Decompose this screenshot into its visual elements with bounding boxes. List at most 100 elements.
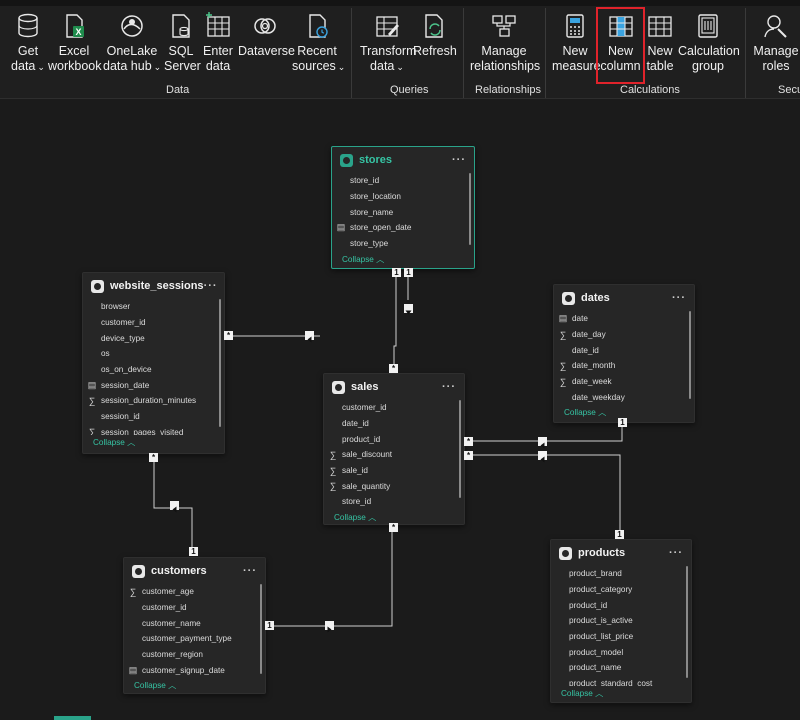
field-row[interactable]: product_model [551, 644, 691, 660]
field-row[interactable]: date_weekday [554, 389, 694, 405]
table-icon [132, 564, 145, 578]
field-name: product_is_active [569, 616, 633, 626]
chevron-up-icon: ︿ [168, 681, 177, 690]
collapse-link[interactable]: Collapse ︿ [124, 678, 265, 692]
table-card-stores[interactable]: stores ··· store_id store_location store_na… [331, 146, 475, 269]
field-row[interactable]: store_id [324, 494, 464, 510]
field-row[interactable]: store_id [332, 173, 474, 189]
field-row[interactable]: product_category [551, 582, 691, 598]
collapse-label: Collapse [564, 407, 596, 417]
field-row[interactable]: os_on_device [83, 362, 224, 378]
collapse-link[interactable]: Collapse ︿ [554, 405, 694, 419]
field-list: store_id store_location store_name ▤ store_o… [332, 173, 474, 252]
table-header[interactable]: stores ··· [332, 147, 474, 173]
cardinality-one-badge: 1 [265, 621, 274, 630]
field-row[interactable]: product_list_price [551, 629, 691, 645]
scrollbar[interactable] [260, 584, 262, 674]
more-options-icon[interactable]: ··· [442, 381, 456, 393]
table-header[interactable]: sales ··· [324, 374, 464, 400]
field-row[interactable]: device_type [83, 330, 224, 346]
more-options-icon[interactable]: ··· [669, 547, 683, 559]
field-row[interactable]: customer_name [124, 615, 265, 631]
field-row[interactable]: product_standard_cost [551, 676, 691, 686]
chevron-up-icon: ︿ [127, 438, 136, 447]
more-options-icon[interactable]: ··· [452, 154, 466, 166]
scrollbar[interactable] [219, 299, 221, 427]
field-name: date_id [342, 419, 369, 429]
field-row[interactable]: ∑ date_month [554, 358, 694, 374]
collapse-link[interactable]: Collapse ︿ [83, 435, 224, 449]
field-row[interactable]: ∑ date_week [554, 374, 694, 390]
collapse-link[interactable]: Collapse ︿ [324, 510, 464, 524]
field-name: sale_discount [342, 450, 393, 460]
table-header[interactable]: dates ··· [554, 285, 694, 311]
collapse-label: Collapse [342, 254, 374, 264]
field-name: customer_id [342, 403, 387, 413]
table-header[interactable]: customers ··· [124, 558, 265, 584]
table-header[interactable]: website_sessions ··· [83, 273, 224, 299]
collapse-link[interactable]: Collapse ︿ [332, 252, 474, 266]
field-row[interactable]: session_id [83, 409, 224, 425]
scrollbar[interactable] [686, 566, 688, 678]
field-row[interactable]: customer_id [124, 600, 265, 616]
field-row[interactable]: ∑ sale_discount [324, 447, 464, 463]
field-row[interactable]: date_id [554, 342, 694, 358]
field-row[interactable]: ▤ session_date [83, 377, 224, 393]
more-options-icon[interactable]: ··· [243, 565, 257, 577]
field-row[interactable]: product_id [551, 597, 691, 613]
field-name: sale_quantity [342, 481, 391, 491]
field-row[interactable]: ∑ session_pages_visited [83, 425, 224, 435]
collapse-label: Collapse [93, 437, 125, 447]
field-row[interactable]: os [83, 346, 224, 362]
table-header[interactable]: products ··· [551, 540, 691, 566]
scrollbar[interactable] [459, 400, 461, 498]
table-card-products[interactable]: products ··· product_brand product_categor… [550, 539, 692, 703]
field-list: customer_id date_id product_id ∑ sale_discou… [324, 400, 464, 510]
field-row[interactable]: browser [83, 299, 224, 315]
calendar-icon: ▤ [336, 222, 346, 233]
field-row[interactable]: store_type [332, 236, 474, 252]
field-row[interactable]: customer_id [324, 400, 464, 416]
more-options-icon[interactable]: ··· [204, 280, 218, 292]
table-card-customers[interactable]: customers ··· ∑ customer_age customer_id cus… [123, 557, 266, 694]
field-row[interactable]: date_id [324, 416, 464, 432]
field-name: date_weekday [572, 392, 625, 402]
scrollbar[interactable] [469, 173, 471, 245]
cardinality-one-badge: 1 [189, 547, 198, 556]
table-icon [562, 291, 575, 305]
field-name: product_standard_cost [569, 679, 653, 686]
field-name: session_pages_visited [101, 427, 184, 435]
chevron-up-icon: ︿ [376, 255, 385, 264]
chevron-up-icon: ︿ [368, 513, 377, 522]
field-row[interactable]: ∑ sale_id [324, 463, 464, 479]
collapse-link[interactable]: Collapse ︿ [551, 686, 691, 700]
field-row[interactable]: ▤ customer_signup_date [124, 662, 265, 678]
more-options-icon[interactable]: ··· [672, 292, 686, 304]
field-row[interactable]: ∑ customer_age [124, 584, 265, 600]
field-row[interactable]: customer_payment_type [124, 631, 265, 647]
field-row[interactable]: product_is_active [551, 613, 691, 629]
field-row[interactable]: store_name [332, 204, 474, 220]
table-card-sales[interactable]: sales ··· customer_id date_id product_id ∑ sa… [323, 373, 465, 525]
table-icon [91, 279, 104, 293]
field-list: ▤ date ∑ date_day date_id ∑ date_month ∑ date_we… [554, 311, 694, 405]
field-row[interactable]: ∑ sale_quantity [324, 478, 464, 494]
scrollbar[interactable] [689, 311, 691, 399]
field-row[interactable]: ∑ date_day [554, 327, 694, 343]
field-row[interactable]: product_brand [551, 566, 691, 582]
table-name: products [578, 547, 626, 559]
field-row[interactable]: customer_id [83, 315, 224, 331]
field-row[interactable]: ▤ date [554, 311, 694, 327]
field-row[interactable]: store_location [332, 189, 474, 205]
field-row[interactable]: ∑ session_duration_minutes [83, 393, 224, 409]
field-row[interactable]: product_name [551, 660, 691, 676]
table-card-dates[interactable]: dates ··· ▤ date ∑ date_day date_id ∑ date_mont… [553, 284, 695, 423]
field-row[interactable]: ▤ store_open_date [332, 220, 474, 236]
model-tab-indicator[interactable] [54, 716, 91, 720]
cardinality-many-badge: * [224, 331, 233, 340]
calendar-icon: ▤ [128, 664, 138, 675]
field-row[interactable]: customer_region [124, 647, 265, 663]
cardinality-one-badge: 1 [615, 530, 624, 539]
field-row[interactable]: product_id [324, 431, 464, 447]
table-card-website-sessions[interactable]: website_sessions ··· browser customer_id de… [82, 272, 225, 454]
